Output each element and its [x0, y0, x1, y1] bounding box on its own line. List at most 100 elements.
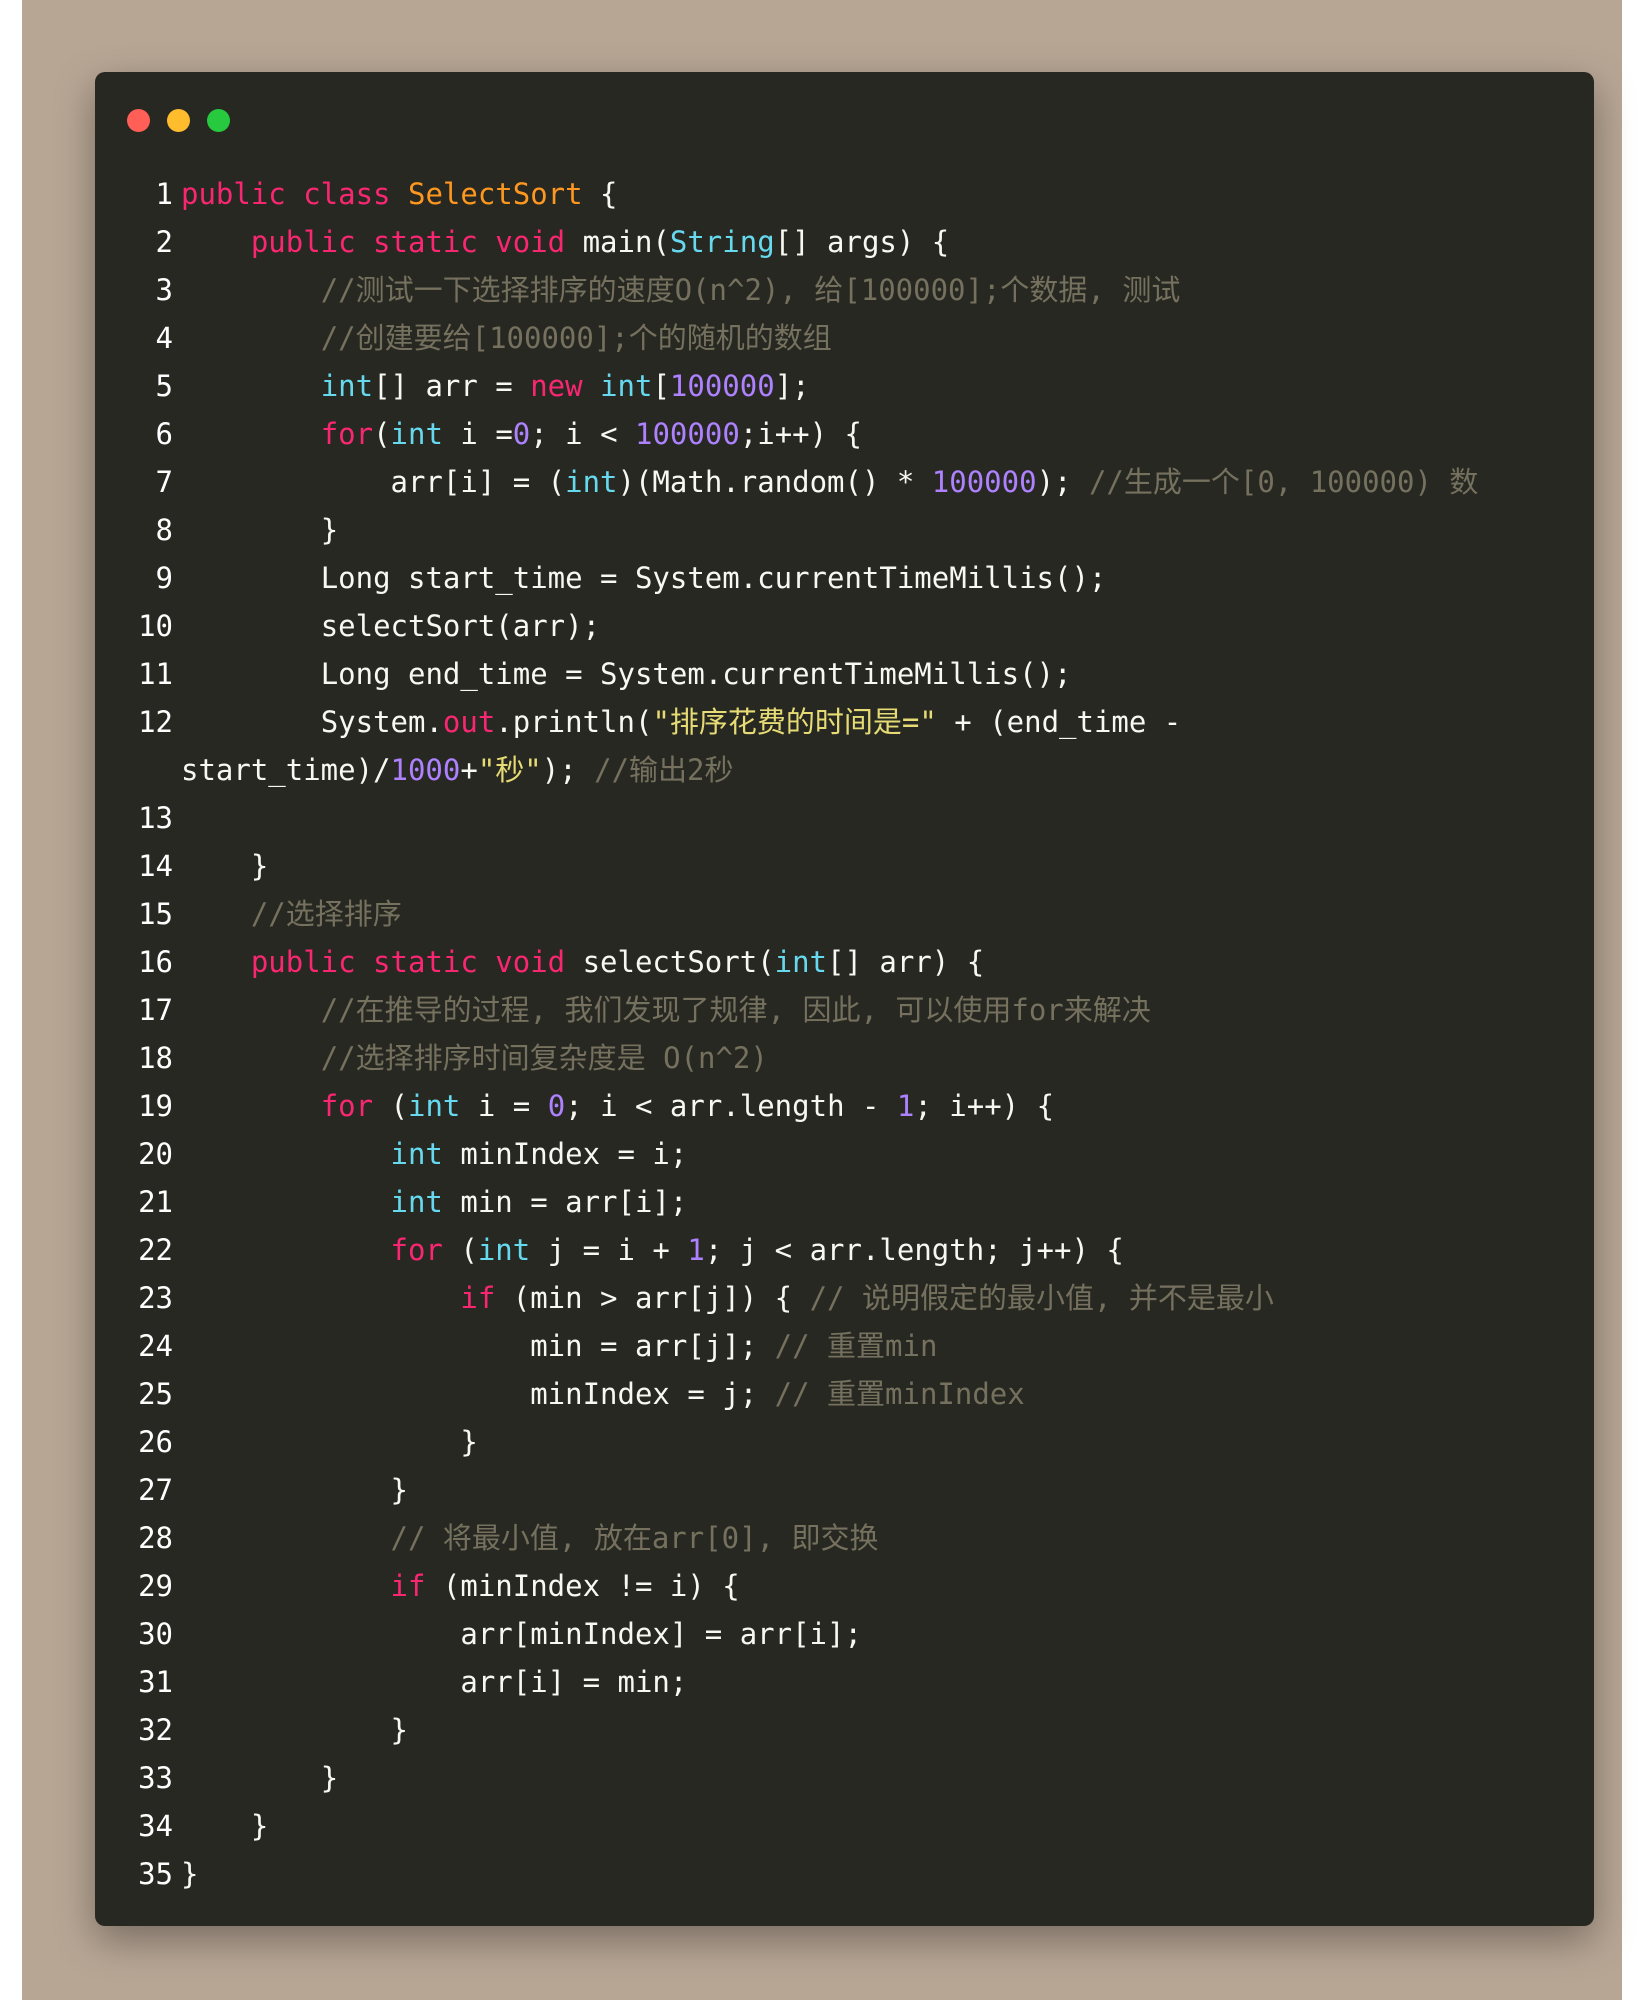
code-token: } — [181, 1809, 269, 1843]
line-number: 33 — [138, 1761, 173, 1795]
code-token: System. — [181, 705, 443, 739]
code-token: arr[i] = ( — [181, 465, 566, 499]
code-line: 1 public class SelectSort { — [95, 170, 1594, 218]
code-area[interactable]: 1 public class SelectSort {2 public stati… — [95, 170, 1594, 1898]
line-code: for(int i =0; i < 100000;i++) { — [173, 410, 1561, 458]
close-window-button[interactable] — [127, 109, 150, 132]
line-number: 20 — [138, 1137, 173, 1171]
code-line: 30 arr[minIndex] = arr[i]; — [95, 1610, 1594, 1658]
line-code: public class SelectSort { — [173, 170, 1561, 218]
line-number: 11 — [138, 657, 173, 691]
code-token: 100000 — [635, 417, 740, 451]
code-token: // 说明假定的最小值, 并不是最小 — [809, 1281, 1274, 1315]
code-token: } — [181, 1473, 408, 1507]
line-code: start_time)/1000+"秒"); //输出2秒 — [173, 746, 1561, 794]
code-token: { — [582, 177, 618, 211]
code-line: 29 if (minIndex != i) { — [95, 1562, 1594, 1610]
code-editor-window: 1 public class SelectSort {2 public stati… — [95, 72, 1594, 1926]
code-token: main( — [582, 225, 670, 259]
code-line: 12 System.out.println("排序花费的时间是=" + (end… — [95, 698, 1594, 746]
code-token: .println( — [495, 705, 653, 739]
code-token: min = arr[i]; — [442, 1185, 688, 1219]
code-token: public static void — [250, 945, 583, 979]
code-line: 22 for (int j = i + 1; j < arr.length; j… — [95, 1226, 1594, 1274]
code-token: } — [181, 849, 269, 883]
code-line: 28 // 将最小值, 放在arr[0], 即交换 — [95, 1514, 1594, 1562]
code-token: 100000 — [669, 369, 775, 403]
code-line: 24 min = arr[j]; // 重置min — [95, 1322, 1594, 1370]
line-number: 34 — [138, 1809, 173, 1843]
code-token: } — [181, 1713, 408, 1747]
code-token: // 重置minIndex — [774, 1377, 1025, 1411]
line-code: } — [173, 1754, 1561, 1802]
line-code: if (min > arr[j]) { // 说明假定的最小值, 并不是最小 — [173, 1274, 1561, 1322]
line-code: System.out.println("排序花费的时间是=" + (end_ti… — [173, 698, 1561, 746]
code-line: 31 arr[i] = min; — [95, 1658, 1594, 1706]
code-token: 0 — [512, 417, 531, 451]
line-number: 23 — [138, 1281, 173, 1315]
code-line: 10 selectSort(arr); — [95, 602, 1594, 650]
code-token: } — [181, 1761, 339, 1795]
code-token: 1 — [896, 1089, 915, 1123]
code-line: 18 //选择排序时间复杂度是 O(n^2) — [95, 1034, 1594, 1082]
line-number: 30 — [138, 1617, 173, 1651]
code-token: ( — [373, 417, 391, 451]
code-token: ;i++) { — [739, 417, 862, 451]
code-token: Long start_time = System.currentTimeMill… — [181, 561, 1107, 595]
line-code: //选择排序时间复杂度是 O(n^2) — [173, 1034, 1561, 1082]
code-line: 21 int min = arr[i]; — [95, 1178, 1594, 1226]
line-code: for (int i = 0; i < arr.length - 1; i++)… — [173, 1082, 1561, 1130]
code-line: start_time)/1000+"秒"); //输出2秒 — [95, 746, 1594, 794]
line-code: minIndex = j; // 重置minIndex — [173, 1370, 1561, 1418]
code-line: 20 int minIndex = i; — [95, 1130, 1594, 1178]
code-token: ( — [442, 1233, 478, 1267]
code-token: //测试一下选择排序的速度O(n^2), 给[100000];个数据, 测试 — [320, 273, 1181, 307]
minimize-window-button[interactable] — [167, 109, 190, 132]
line-code: } — [173, 506, 1561, 554]
code-token: selectSort( — [582, 945, 775, 979]
code-token: //选择排序时间复杂度是 O(n^2) — [320, 1041, 768, 1075]
code-token: out — [442, 705, 496, 739]
code-line: 26 } — [95, 1418, 1594, 1466]
line-number: 17 — [138, 993, 173, 1027]
code-token: 0 — [547, 1089, 566, 1123]
line-number: 32 — [138, 1713, 173, 1747]
code-token: int — [390, 417, 443, 451]
line-number: 1 — [155, 177, 173, 211]
code-line: 13 — [95, 794, 1594, 842]
code-token: 100000 — [931, 465, 1037, 499]
line-code: //选择排序 — [173, 890, 1561, 938]
code-token: // 重置min — [774, 1329, 938, 1363]
line-code: for (int j = i + 1; j < arr.length; j++)… — [173, 1226, 1561, 1274]
code-token: minIndex = j; — [181, 1377, 775, 1411]
code-token: int — [477, 1233, 531, 1267]
line-number: 26 — [138, 1425, 173, 1459]
line-code: } — [173, 1850, 1561, 1898]
code-line: 3 //测试一下选择排序的速度O(n^2), 给[100000];个数据, 测试 — [95, 266, 1594, 314]
code-line: 27 } — [95, 1466, 1594, 1514]
line-code: //测试一下选择排序的速度O(n^2), 给[100000];个数据, 测试 — [173, 266, 1561, 314]
code-line: 33 } — [95, 1754, 1594, 1802]
code-token: int — [565, 465, 618, 499]
maximize-window-button[interactable] — [207, 109, 230, 132]
code-token: j = i + — [530, 1233, 688, 1267]
code-line: 17 //在推导的过程, 我们发现了规律, 因此, 可以使用for来解决 — [95, 986, 1594, 1034]
code-token: Long end_time = System.currentTimeMillis… — [181, 657, 1072, 691]
line-number: 12 — [138, 705, 173, 739]
line-code: min = arr[j]; // 重置min — [173, 1322, 1561, 1370]
code-token: if — [390, 1569, 426, 1603]
code-line: 7 arr[i] = (int)(Math.random() * 100000)… — [95, 458, 1594, 506]
code-token: arr[minIndex] = arr[i]; — [181, 1617, 862, 1651]
code-token: arr[i] = min; — [181, 1665, 688, 1699]
code-token: if — [460, 1281, 496, 1315]
code-token: "秒" — [477, 753, 542, 787]
line-number: 28 — [138, 1521, 173, 1555]
line-number: 15 — [138, 897, 173, 931]
line-code: public static void selectSort(int[] arr)… — [173, 938, 1561, 986]
line-number: 9 — [155, 561, 173, 595]
